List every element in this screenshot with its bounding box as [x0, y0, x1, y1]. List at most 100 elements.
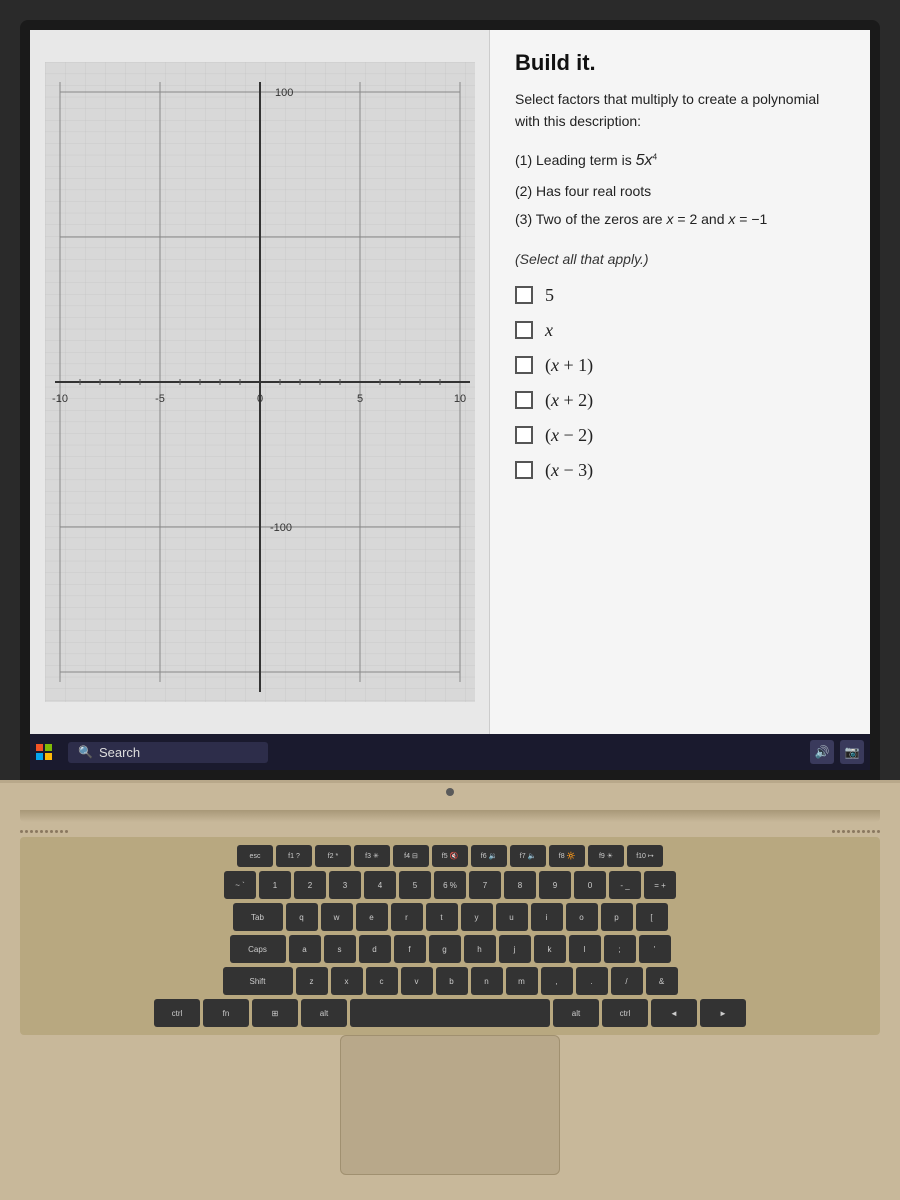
key-c[interactable]: c — [366, 967, 398, 995]
key-v[interactable]: v — [401, 967, 433, 995]
key-j[interactable]: j — [499, 935, 531, 963]
key-shift-left[interactable]: Shift — [223, 967, 293, 995]
key-i[interactable]: i — [531, 903, 563, 931]
taskbar-search-bar[interactable]: 🔍 Search — [68, 742, 268, 763]
key-p[interactable]: p — [601, 903, 633, 931]
key-1[interactable]: 1 — [259, 871, 291, 899]
speaker-dot — [65, 830, 68, 833]
checkbox-x[interactable] — [515, 321, 533, 339]
option-x-minus-2[interactable]: (x − 2) — [515, 425, 845, 446]
option-x-plus-2-label: (x + 2) — [545, 390, 593, 411]
taskbar-speaker-icon[interactable]: 🔊 — [810, 740, 834, 764]
key-5[interactable]: 5 — [399, 871, 431, 899]
key-y[interactable]: y — [461, 903, 493, 931]
key-esc[interactable]: esc — [237, 845, 273, 867]
key-m[interactable]: m — [506, 967, 538, 995]
key-n[interactable]: n — [471, 967, 503, 995]
svg-text:0: 0 — [256, 393, 262, 405]
checkbox-x-minus-3[interactable] — [515, 461, 533, 479]
speaker-dot — [867, 830, 870, 833]
key-period[interactable]: . — [576, 967, 608, 995]
key-9[interactable]: 9 — [539, 871, 571, 899]
key-ctrl-left[interactable]: ctrl — [154, 999, 200, 1027]
key-f9[interactable]: f9 ☀ — [588, 845, 624, 867]
key-f3[interactable]: f3 ✳ — [354, 845, 390, 867]
key-win[interactable]: ⊞ — [252, 999, 298, 1027]
key-space[interactable] — [350, 999, 550, 1027]
key-a[interactable]: a — [289, 935, 321, 963]
key-f8[interactable]: f8 🔆 — [549, 845, 585, 867]
windows-start-button[interactable] — [30, 738, 58, 766]
key-f1[interactable]: f1 ? — [276, 845, 312, 867]
key-arrow-left[interactable]: ◄ — [651, 999, 697, 1027]
key-ampersand[interactable]: & — [646, 967, 678, 995]
key-comma[interactable]: , — [541, 967, 573, 995]
keyboard: esc f1 ? f2 * f3 ✳ f4 ⊟ f5 🔇 f6 🔉 f7 🔈 f… — [20, 837, 880, 1035]
key-f2[interactable]: f2 * — [315, 845, 351, 867]
left-speaker — [20, 830, 68, 833]
key-d[interactable]: d — [359, 935, 391, 963]
key-f7[interactable]: f7 🔈 — [510, 845, 546, 867]
screen-content: -10 -5 0 5 10 100 -100 — [30, 30, 870, 770]
key-ctrl-right[interactable]: ctrl — [602, 999, 648, 1027]
key-r[interactable]: r — [391, 903, 423, 931]
key-equals[interactable]: = + — [644, 871, 676, 899]
key-f10[interactable]: f10 ↦ — [627, 845, 663, 867]
checkbox-x-plus-2[interactable] — [515, 391, 533, 409]
key-b[interactable]: b — [436, 967, 468, 995]
key-f6[interactable]: f6 🔉 — [471, 845, 507, 867]
graph-svg: -10 -5 0 5 10 100 -100 — [45, 62, 475, 702]
checkbox-x-plus-1[interactable] — [515, 356, 533, 374]
key-tab[interactable]: Tab — [233, 903, 283, 931]
taskbar-camera-icon[interactable]: 📷 — [840, 740, 864, 764]
key-alt-right[interactable]: alt — [553, 999, 599, 1027]
key-t[interactable]: t — [426, 903, 458, 931]
key-z[interactable]: z — [296, 967, 328, 995]
checkbox-5[interactable] — [515, 286, 533, 304]
checkbox-x-minus-2[interactable] — [515, 426, 533, 444]
key-3[interactable]: 3 — [329, 871, 361, 899]
windows-logo-icon — [36, 744, 52, 760]
key-q[interactable]: q — [286, 903, 318, 931]
key-f4[interactable]: f4 ⊟ — [393, 845, 429, 867]
key-2[interactable]: 2 — [294, 871, 326, 899]
key-minus[interactable]: - _ — [609, 871, 641, 899]
key-6[interactable]: 6 % — [434, 871, 466, 899]
key-8[interactable]: 8 — [504, 871, 536, 899]
key-alt[interactable]: alt — [301, 999, 347, 1027]
touchpad[interactable] — [340, 1035, 560, 1175]
key-semicolon[interactable]: ; — [604, 935, 636, 963]
key-tilde[interactable]: ~ ` — [224, 871, 256, 899]
key-7[interactable]: 7 — [469, 871, 501, 899]
option-x-plus-2[interactable]: (x + 2) — [515, 390, 845, 411]
key-h[interactable]: h — [464, 935, 496, 963]
key-o[interactable]: o — [566, 903, 598, 931]
key-k[interactable]: k — [534, 935, 566, 963]
win-cell-2 — [45, 744, 52, 751]
key-s[interactable]: s — [324, 935, 356, 963]
key-f5[interactable]: f5 🔇 — [432, 845, 468, 867]
key-slash[interactable]: / — [611, 967, 643, 995]
option-x[interactable]: x — [515, 320, 845, 341]
key-quote[interactable]: ' — [639, 935, 671, 963]
search-icon: 🔍 — [78, 745, 93, 760]
key-x[interactable]: x — [331, 967, 363, 995]
key-caps[interactable]: Caps — [230, 935, 286, 963]
key-0[interactable]: 0 — [574, 871, 606, 899]
key-g[interactable]: g — [429, 935, 461, 963]
svg-text:-10: -10 — [52, 393, 68, 405]
number-key-row: ~ ` 1 2 3 4 5 6 % 7 8 9 0 - _ = + — [28, 871, 872, 899]
key-f[interactable]: f — [394, 935, 426, 963]
option-x-plus-1[interactable]: (x + 1) — [515, 355, 845, 376]
key-u[interactable]: u — [496, 903, 528, 931]
key-w[interactable]: w — [321, 903, 353, 931]
key-e[interactable]: e — [356, 903, 388, 931]
option-5[interactable]: 5 — [515, 285, 845, 306]
key-arrow-right[interactable]: ► — [700, 999, 746, 1027]
option-x-minus-3[interactable]: (x − 3) — [515, 460, 845, 481]
key-l[interactable]: l — [569, 935, 601, 963]
key-bracket-left[interactable]: [ — [636, 903, 668, 931]
key-4[interactable]: 4 — [364, 871, 396, 899]
key-fn[interactable]: fn — [203, 999, 249, 1027]
speaker-dot — [872, 830, 875, 833]
